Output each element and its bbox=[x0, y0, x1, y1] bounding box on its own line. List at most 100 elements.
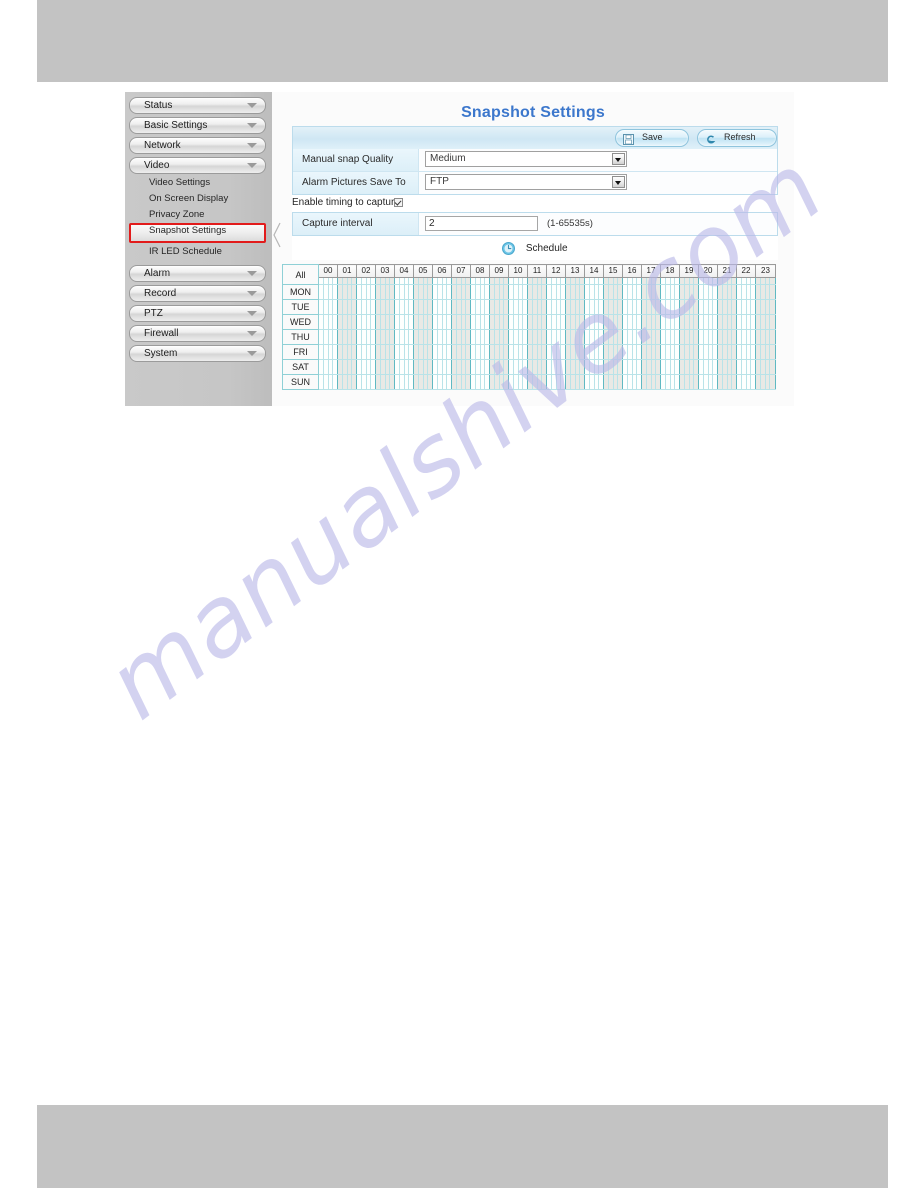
schedule-day-label[interactable]: THU bbox=[282, 329, 319, 345]
chevron-down-icon bbox=[247, 311, 257, 316]
schedule-day-label[interactable]: MON bbox=[282, 284, 319, 300]
row-alarm-pictures-save-to: Alarm Pictures Save To FTP bbox=[293, 172, 777, 194]
manual-snap-quality-label: Manual snap Quality bbox=[293, 149, 419, 171]
schedule-day-row: THU bbox=[282, 329, 776, 345]
schedule-hour-header: 08 bbox=[470, 264, 490, 278]
sidebar-item-status[interactable]: Status bbox=[129, 97, 266, 114]
sidebar-item-alarm[interactable]: Alarm bbox=[129, 265, 266, 282]
schedule-day-row: SUN bbox=[282, 374, 776, 390]
schedule-hour-header: 10 bbox=[508, 264, 528, 278]
schedule-slot[interactable] bbox=[769, 284, 776, 300]
sidebar-item-label: Privacy Zone bbox=[149, 209, 205, 220]
schedule-hours-header: All 00 01 02 03 04 05 06 07 08 09 10 11 12 13 14 15 16 17 1… bbox=[282, 264, 776, 285]
schedule-slot[interactable] bbox=[769, 344, 776, 360]
schedule-slot[interactable] bbox=[769, 329, 776, 345]
manual-snap-quality-select[interactable]: Medium bbox=[425, 151, 627, 167]
sidebar-item-label: PTZ bbox=[144, 308, 163, 319]
sidebar: Status Basic Settings Network Video Vide… bbox=[125, 92, 272, 406]
sidebar-item-label: On Screen Display bbox=[149, 193, 229, 204]
refresh-button[interactable]: Refresh bbox=[697, 129, 777, 147]
schedule-hour-header: 01 bbox=[337, 264, 357, 278]
sidebar-item-label: Alarm bbox=[144, 268, 171, 279]
schedule-hour-header: 09 bbox=[489, 264, 509, 278]
chevron-down-icon[interactable] bbox=[612, 176, 625, 188]
schedule-grid[interactable]: All 00 01 02 03 04 05 06 07 08 09 10 11 12 13 14 15 16 17 1… bbox=[282, 264, 776, 390]
schedule-slot[interactable] bbox=[769, 374, 776, 390]
chevron-down-icon bbox=[247, 123, 257, 128]
save-disk-icon bbox=[623, 132, 634, 145]
capture-interval-input[interactable]: 2 bbox=[425, 216, 538, 231]
schedule-all-cell[interactable]: All bbox=[282, 264, 319, 285]
chevron-down-icon bbox=[247, 331, 257, 336]
sidebar-item-record[interactable]: Record bbox=[129, 285, 266, 302]
schedule-hour-header: 06 bbox=[432, 264, 452, 278]
schedule-day-label[interactable]: SUN bbox=[282, 374, 319, 390]
schedule-hour-header: 23 bbox=[755, 264, 776, 278]
sidebar-item-label: Snapshot Settings bbox=[149, 225, 227, 236]
row-capture-interval: Capture interval 2 (1-65535s) bbox=[293, 213, 777, 235]
sidebar-item-ptz[interactable]: PTZ bbox=[129, 305, 266, 322]
schedule-hour-header: 04 bbox=[394, 264, 414, 278]
page-bottom-band bbox=[37, 1105, 888, 1188]
sidebar-item-firewall[interactable]: Firewall bbox=[129, 325, 266, 342]
save-button[interactable]: Save bbox=[615, 129, 689, 147]
content-area: Snapshot Settings Save Refresh Manual sn… bbox=[272, 92, 794, 406]
capture-interval-form: Capture interval 2 (1-65535s) bbox=[292, 212, 778, 236]
sidebar-item-label: Record bbox=[144, 288, 177, 299]
schedule-hour-header: 18 bbox=[660, 264, 680, 278]
schedule-hour-header: 00 bbox=[318, 264, 338, 278]
sidebar-collapse-handle[interactable] bbox=[271, 220, 283, 250]
manual-snap-quality-value: Medium bbox=[430, 153, 466, 164]
sidebar-item-video-settings[interactable]: Video Settings bbox=[129, 176, 266, 190]
schedule-hour-header: 12 bbox=[546, 264, 566, 278]
schedule-day-label[interactable]: TUE bbox=[282, 299, 319, 315]
sidebar-item-basic-settings[interactable]: Basic Settings bbox=[129, 117, 266, 134]
schedule-hour-header: 19 bbox=[679, 264, 699, 278]
sidebar-item-snapshot-settings[interactable]: Snapshot Settings bbox=[129, 223, 266, 243]
schedule-day-row: FRI bbox=[282, 344, 776, 360]
schedule-slot[interactable] bbox=[769, 359, 776, 375]
sidebar-item-ir-led-schedule[interactable]: IR LED Schedule bbox=[129, 245, 266, 259]
schedule-slot[interactable] bbox=[769, 299, 776, 315]
settings-form: Manual snap Quality Medium Alarm Picture… bbox=[292, 149, 778, 195]
sidebar-item-label: System bbox=[144, 348, 178, 359]
chevron-down-icon bbox=[247, 351, 257, 356]
schedule-day-label[interactable]: FRI bbox=[282, 344, 319, 360]
row-manual-snap-quality: Manual snap Quality Medium bbox=[293, 149, 777, 172]
sidebar-item-system[interactable]: System bbox=[129, 345, 266, 362]
sidebar-item-privacy-zone[interactable]: Privacy Zone bbox=[129, 208, 266, 222]
chevron-down-icon bbox=[247, 271, 257, 276]
alarm-pictures-save-to-select[interactable]: FTP bbox=[425, 174, 627, 190]
alarm-pictures-save-to-value: FTP bbox=[430, 176, 449, 187]
schedule-slot[interactable] bbox=[769, 314, 776, 330]
enable-timing-checkbox[interactable] bbox=[394, 198, 403, 207]
refresh-button-label: Refresh bbox=[724, 132, 756, 142]
enable-timing-label: Enable timing to capture bbox=[292, 197, 400, 208]
alarm-pictures-save-to-cell: FTP bbox=[419, 172, 777, 194]
schedule-slot[interactable] bbox=[769, 277, 776, 285]
schedule-hour-header: 03 bbox=[375, 264, 395, 278]
schedule-hour-header: 16 bbox=[622, 264, 642, 278]
sidebar-item-on-screen-display[interactable]: On Screen Display bbox=[129, 192, 266, 206]
schedule-hour-header: 02 bbox=[356, 264, 376, 278]
capture-interval-label: Capture interval bbox=[293, 213, 419, 235]
clock-icon bbox=[502, 242, 516, 256]
chevron-down-icon[interactable] bbox=[612, 153, 625, 165]
sidebar-item-network[interactable]: Network bbox=[129, 137, 266, 154]
sidebar-item-video[interactable]: Video bbox=[129, 157, 266, 174]
schedule-hour-header: 05 bbox=[413, 264, 433, 278]
schedule-heading-label: Schedule bbox=[525, 243, 568, 255]
refresh-arrow-icon bbox=[705, 132, 716, 144]
schedule-all-row[interactable] bbox=[283, 277, 776, 285]
schedule-hour-header: 07 bbox=[451, 264, 471, 278]
enable-timing-row: Enable timing to capture bbox=[292, 195, 778, 212]
page-top-band bbox=[37, 0, 888, 82]
schedule-day-label[interactable]: WED bbox=[282, 314, 319, 330]
schedule-day-label[interactable]: SAT bbox=[282, 359, 319, 375]
chevron-down-icon bbox=[247, 103, 257, 108]
capture-interval-cell: 2 (1-65535s) bbox=[419, 213, 777, 235]
camera-web-ui: Status Basic Settings Network Video Vide… bbox=[125, 92, 794, 406]
page-title: Snapshot Settings bbox=[461, 104, 605, 121]
alarm-pictures-save-to-label: Alarm Pictures Save To bbox=[293, 172, 419, 194]
chevron-down-icon bbox=[247, 143, 257, 148]
